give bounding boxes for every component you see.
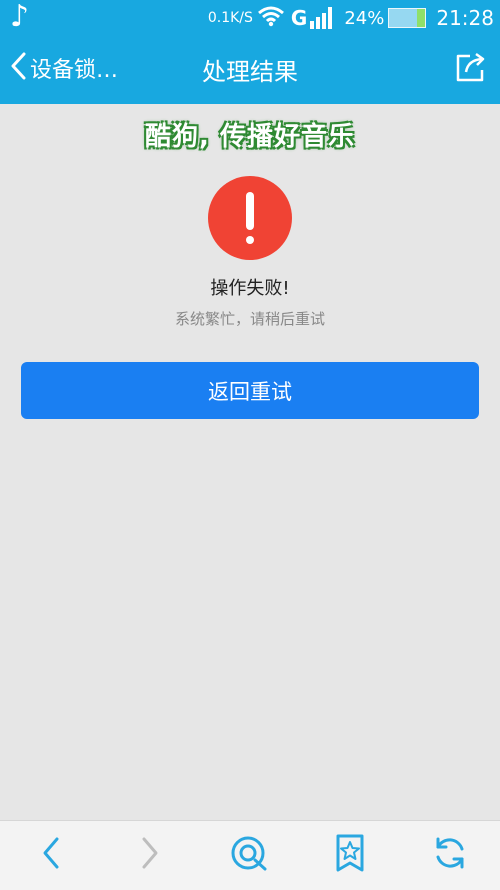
refresh-icon xyxy=(432,835,468,875)
kugou-slogan-banner: 酷狗, 传播好音乐 xyxy=(145,122,355,152)
browser-icon xyxy=(229,833,269,877)
forward-arrow-button[interactable] xyxy=(130,835,170,875)
share-button[interactable] xyxy=(452,50,488,90)
network-type: G xyxy=(290,6,308,30)
top-bar: ♪ 0.1K/S G 24% 21:28 设备锁… 处理结果 xyxy=(0,0,500,104)
clock: 21:28 xyxy=(436,6,494,30)
retry-button[interactable]: 返回重试 xyxy=(21,362,479,419)
battery-icon xyxy=(388,8,427,28)
browser-home-button[interactable] xyxy=(229,835,269,875)
battery-percent: 24% xyxy=(344,7,385,29)
bookmark-star-icon xyxy=(333,833,367,877)
page-title: 处理结果 xyxy=(202,58,298,86)
status-bar: ♪ 0.1K/S G 24% 21:28 xyxy=(0,0,500,34)
network-speed: 0.1K/S xyxy=(207,10,253,26)
forward-arrow-icon xyxy=(138,836,162,874)
refresh-button[interactable] xyxy=(430,835,470,875)
bookmark-button[interactable] xyxy=(330,833,370,877)
share-icon xyxy=(452,52,488,90)
back-arrow-icon xyxy=(39,836,63,874)
result-title: 操作失败! xyxy=(210,278,290,299)
signal-icon xyxy=(310,7,334,29)
alert-icon xyxy=(208,176,292,260)
wifi-icon xyxy=(257,5,285,32)
result-subtitle: 系统繁忙，请稍后重试 xyxy=(174,310,325,328)
nav-bar: 设备锁… 处理结果 xyxy=(0,38,500,98)
music-note-icon: ♪ xyxy=(10,0,30,34)
bottom-toolbar xyxy=(0,820,500,890)
back-arrow-button[interactable] xyxy=(31,835,71,875)
status-right-group: 0.1K/S G 24% 21:28 xyxy=(208,6,494,30)
